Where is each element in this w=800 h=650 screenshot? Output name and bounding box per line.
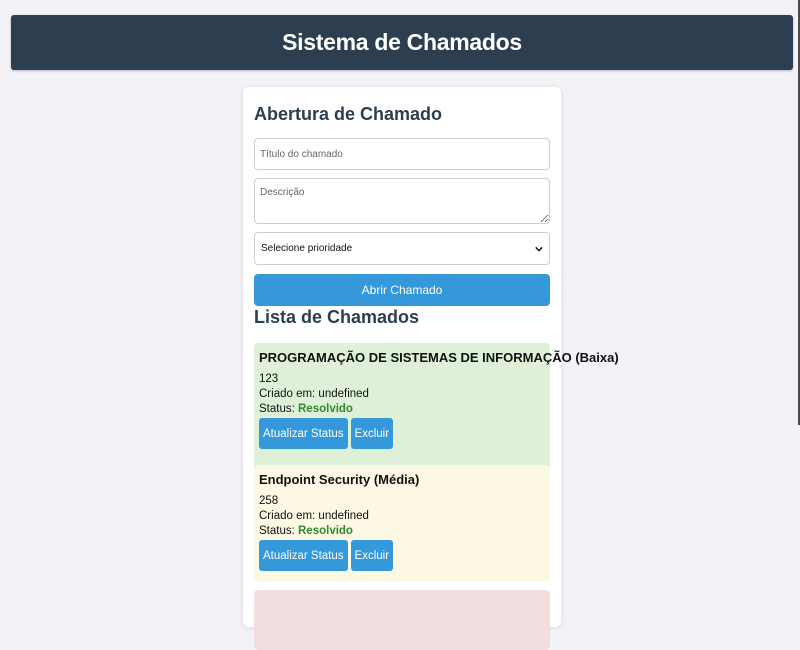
ticket-actions: Atualizar Status Excluir [259,540,545,571]
ticket-description: 123 [259,373,279,385]
form-title: Abertura de Chamado [254,104,443,124]
ticket-actions: Atualizar Status Excluir [259,418,545,449]
ticket-status-value: Resolvido [298,403,353,415]
ticket-created: Criado em: undefined [259,510,369,522]
delete-button[interactable]: Excluir [350,540,394,571]
update-status-button[interactable]: Atualizar Status [259,418,348,449]
app-header: Sistema de Chamados [11,15,793,70]
priority-select[interactable]: Selecione prioridade [254,232,550,265]
ticket-status-value: Resolvido [298,525,353,537]
app-title: Sistema de Chamados [282,29,522,55]
chevron-down-icon [535,246,543,252]
list-title: Lista de Chamados [254,307,420,327]
ticket-card [254,590,550,650]
ticket-status-label: Status: [259,525,298,537]
ticket-status: Status: Resolvido [259,402,545,417]
ticket-title-input[interactable] [254,138,550,170]
ticket-title: PROGRAMAÇÃO DE SISTEMAS DE INFORMAÇÃO (B… [259,350,619,365]
open-ticket-button[interactable]: Abrir Chamado [254,274,550,306]
ticket-card: Endpoint Security (Média) 258 Criado em:… [254,465,550,581]
priority-select-value: Selecione prioridade [261,243,353,254]
ticket-title: Endpoint Security (Média) [259,472,420,487]
ticket-created: Criado em: undefined [259,388,369,400]
main-card: Abertura de Chamado Selecione prioridade… [243,87,619,650]
update-status-button[interactable]: Atualizar Status [259,540,348,571]
ticket-description: 258 [259,495,279,507]
delete-button[interactable]: Excluir [350,418,394,449]
ticket-status-label: Status: [259,403,298,415]
ticket-status: Status: Resolvido [259,524,545,539]
ticket-description-input[interactable] [254,178,550,224]
